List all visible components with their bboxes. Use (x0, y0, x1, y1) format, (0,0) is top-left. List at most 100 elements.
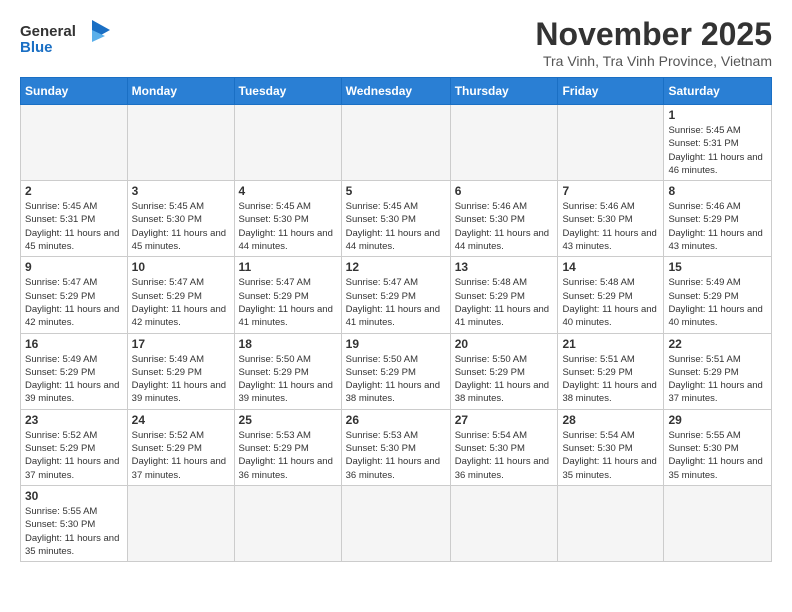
svg-text:Blue: Blue (20, 39, 53, 56)
weekday-header-tuesday: Tuesday (234, 78, 341, 105)
calendar-cell (341, 105, 450, 181)
day-number: 27 (455, 413, 554, 427)
calendar-cell: 5Sunrise: 5:45 AMSunset: 5:30 PMDaylight… (341, 181, 450, 257)
calendar-cell: 26 Sunrise: 5:53 AMSunset: 5:30 PMDayligh… (341, 409, 450, 485)
weekday-header-wednesday: Wednesday (341, 78, 450, 105)
day-number: 16 (25, 337, 123, 351)
day-info: Sunrise: 5:50 AMSunset: 5:29 PMDaylight:… (239, 353, 337, 406)
calendar-cell: 22 Sunrise: 5:51 AMSunset: 5:29 PMDayligh… (664, 333, 772, 409)
day-info: Sunrise: 5:47 AMSunset: 5:29 PMDaylight:… (25, 276, 123, 329)
day-info: Sunrise: 5:47 AMSunset: 5:29 PMDaylight:… (346, 276, 446, 329)
calendar-cell: 19Sunrise: 5:50 AMSunset: 5:29 PMDayligh… (341, 333, 450, 409)
day-info: Sunrise: 5:50 AMSunset: 5:29 PMDaylight:… (346, 353, 446, 406)
day-info: Sunrise: 5:53 AMSunset: 5:30 PMDaylight:… (346, 429, 446, 482)
day-number: 7 (562, 184, 659, 198)
day-number: 30 (25, 489, 123, 503)
day-number: 28 (562, 413, 659, 427)
day-number: 24 (132, 413, 230, 427)
weekday-header-friday: Friday (558, 78, 664, 105)
calendar-cell: 17 Sunrise: 5:49 AMSunset: 5:29 PMDayligh… (127, 333, 234, 409)
logo: General Blue (20, 16, 110, 60)
calendar-cell: 29 Sunrise: 5:55 AMSunset: 5:30 PMDayligh… (664, 409, 772, 485)
weekday-header-thursday: Thursday (450, 78, 558, 105)
calendar-cell (127, 105, 234, 181)
day-info: Sunrise: 5:46 AMSunset: 5:30 PMDaylight:… (455, 200, 554, 253)
day-number: 6 (455, 184, 554, 198)
calendar-week-row: 16 Sunrise: 5:49 AMSunset: 5:29 PMDayligh… (21, 333, 772, 409)
day-number: 14 (562, 260, 659, 274)
calendar-cell: 13Sunrise: 5:48 AMSunset: 5:29 PMDayligh… (450, 257, 558, 333)
calendar-cell: 16 Sunrise: 5:49 AMSunset: 5:29 PMDayligh… (21, 333, 128, 409)
day-info: Sunrise: 5:48 AMSunset: 5:29 PMDaylight:… (455, 276, 554, 329)
day-info: Sunrise: 5:45 AMSunset: 5:31 PMDaylight:… (25, 200, 123, 253)
logo-svg: General Blue (20, 16, 110, 60)
calendar-cell: 24Sunrise: 5:52 AMSunset: 5:29 PMDayligh… (127, 409, 234, 485)
calendar-cell: 8Sunrise: 5:46 AMSunset: 5:29 PMDaylight… (664, 181, 772, 257)
month-title: November 2025 (535, 16, 772, 53)
svg-text:General: General (20, 23, 76, 40)
day-info: Sunrise: 5:46 AMSunset: 5:30 PMDaylight:… (562, 200, 659, 253)
day-number: 8 (668, 184, 767, 198)
calendar-cell: 14 Sunrise: 5:48 AMSunset: 5:29 PMDayligh… (558, 257, 664, 333)
weekday-header-saturday: Saturday (664, 78, 772, 105)
title-area: November 2025 Tra Vinh, Tra Vinh Provinc… (535, 16, 772, 69)
calendar-cell: 2 Sunrise: 5:45 AMSunset: 5:31 PMDaylight… (21, 181, 128, 257)
day-info: Sunrise: 5:49 AMSunset: 5:29 PMDaylight:… (668, 276, 767, 329)
day-number: 15 (668, 260, 767, 274)
day-number: 21 (562, 337, 659, 351)
day-number: 4 (239, 184, 337, 198)
calendar-header: SundayMondayTuesdayWednesdayThursdayFrid… (21, 78, 772, 105)
day-number: 10 (132, 260, 230, 274)
day-info: Sunrise: 5:55 AMSunset: 5:30 PMDaylight:… (25, 505, 123, 558)
day-info: Sunrise: 5:45 AMSunset: 5:30 PMDaylight:… (132, 200, 230, 253)
day-info: Sunrise: 5:55 AMSunset: 5:30 PMDaylight:… (668, 429, 767, 482)
calendar-cell: 18 Sunrise: 5:50 AMSunset: 5:29 PMDayligh… (234, 333, 341, 409)
calendar-cell (234, 105, 341, 181)
calendar-week-row: 1 Sunrise: 5:45 AMSunset: 5:31 PMDaylight… (21, 105, 772, 181)
day-info: Sunrise: 5:48 AMSunset: 5:29 PMDaylight:… (562, 276, 659, 329)
day-info: Sunrise: 5:49 AMSunset: 5:29 PMDaylight:… (25, 353, 123, 406)
calendar-cell: 28 Sunrise: 5:54 AMSunset: 5:30 PMDayligh… (558, 409, 664, 485)
calendar-cell: 23Sunrise: 5:52 AMSunset: 5:29 PMDayligh… (21, 409, 128, 485)
day-number: 1 (668, 108, 767, 122)
day-number: 26 (346, 413, 446, 427)
calendar-cell (21, 105, 128, 181)
calendar-cell: 11Sunrise: 5:47 AMSunset: 5:29 PMDayligh… (234, 257, 341, 333)
day-number: 9 (25, 260, 123, 274)
day-info: Sunrise: 5:54 AMSunset: 5:30 PMDaylight:… (562, 429, 659, 482)
day-number: 20 (455, 337, 554, 351)
day-info: Sunrise: 5:54 AMSunset: 5:30 PMDaylight:… (455, 429, 554, 482)
day-number: 3 (132, 184, 230, 198)
page-header: General Blue November 2025 Tra Vinh, Tra… (20, 16, 772, 69)
calendar-cell: 27 Sunrise: 5:54 AMSunset: 5:30 PMDayligh… (450, 409, 558, 485)
day-number: 29 (668, 413, 767, 427)
day-number: 18 (239, 337, 337, 351)
day-number: 17 (132, 337, 230, 351)
calendar-week-row: 30 Sunrise: 5:55 AMSunset: 5:30 PMDayligh… (21, 485, 772, 561)
day-number: 25 (239, 413, 337, 427)
day-info: Sunrise: 5:49 AMSunset: 5:29 PMDaylight:… (132, 353, 230, 406)
calendar-cell: 4 Sunrise: 5:45 AMSunset: 5:30 PMDaylight… (234, 181, 341, 257)
day-number: 11 (239, 260, 337, 274)
calendar-cell: 1 Sunrise: 5:45 AMSunset: 5:31 PMDaylight… (664, 105, 772, 181)
calendar-cell: 20 Sunrise: 5:50 AMSunset: 5:29 PMDayligh… (450, 333, 558, 409)
day-info: Sunrise: 5:45 AMSunset: 5:30 PMDaylight:… (239, 200, 337, 253)
day-info: Sunrise: 5:50 AMSunset: 5:29 PMDaylight:… (455, 353, 554, 406)
day-info: Sunrise: 5:51 AMSunset: 5:29 PMDaylight:… (668, 353, 767, 406)
day-info: Sunrise: 5:47 AMSunset: 5:29 PMDaylight:… (132, 276, 230, 329)
calendar-cell: 3 Sunrise: 5:45 AMSunset: 5:30 PMDaylight… (127, 181, 234, 257)
day-number: 2 (25, 184, 123, 198)
calendar-week-row: 23Sunrise: 5:52 AMSunset: 5:29 PMDayligh… (21, 409, 772, 485)
calendar-cell (341, 485, 450, 561)
calendar-cell: 21Sunrise: 5:51 AMSunset: 5:29 PMDayligh… (558, 333, 664, 409)
day-number: 22 (668, 337, 767, 351)
day-info: Sunrise: 5:45 AMSunset: 5:31 PMDaylight:… (668, 124, 767, 177)
calendar-cell (450, 485, 558, 561)
calendar-cell: 25 Sunrise: 5:53 AMSunset: 5:29 PMDayligh… (234, 409, 341, 485)
day-info: Sunrise: 5:53 AMSunset: 5:29 PMDaylight:… (239, 429, 337, 482)
day-number: 5 (346, 184, 446, 198)
calendar-week-row: 9 Sunrise: 5:47 AMSunset: 5:29 PMDaylight… (21, 257, 772, 333)
calendar-cell: 6 Sunrise: 5:46 AMSunset: 5:30 PMDaylight… (450, 181, 558, 257)
calendar-cell (664, 485, 772, 561)
calendar-table: SundayMondayTuesdayWednesdayThursdayFrid… (20, 77, 772, 562)
